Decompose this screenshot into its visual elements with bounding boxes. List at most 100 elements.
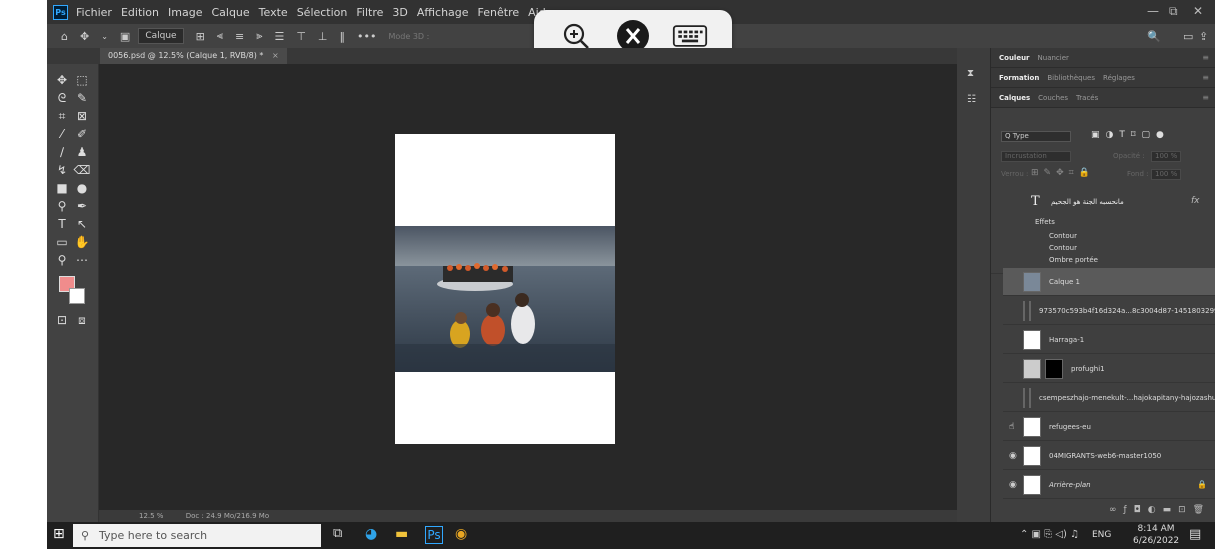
panel-menu-icon[interactable]: ≡ — [1202, 73, 1209, 82]
align-right-icon[interactable]: ⫸ — [256, 29, 262, 43]
layer-name[interactable]: Calque 1 — [1049, 278, 1080, 286]
document-tab[interactable]: 0056.psd @ 12.5% (Calque 1, RVB/8) * × — [100, 48, 287, 64]
eyedropper-tool-icon[interactable]: ⁄ — [53, 126, 71, 142]
chrome-icon[interactable]: ◉ — [455, 526, 473, 544]
layer-row[interactable]: csempeszhajo-menekult-...hajokapitany-ha… — [1003, 384, 1215, 412]
align-middle-icon[interactable]: ⊥ — [318, 30, 328, 43]
search-icon[interactable]: 🔍 — [1147, 30, 1161, 43]
language-indicator[interactable]: ENG — [1092, 530, 1111, 540]
marquee-tool-icon[interactable]: ⬚ — [73, 72, 91, 88]
blend-mode-dropdown[interactable]: Incrustation — [1001, 151, 1071, 162]
layer-row[interactable]: ◉ 04MIGRANTS-web6-master1050 — [1003, 442, 1215, 470]
tab-formation[interactable]: Formation — [999, 74, 1039, 82]
fx-icon[interactable]: fx — [1191, 196, 1200, 206]
clock-date[interactable]: 6/26/2022 — [1133, 536, 1179, 546]
home-icon[interactable]: ⌂ — [61, 30, 68, 43]
layer-name[interactable]: csempeszhajo-menekult-...hajokapitany-ha… — [1039, 394, 1215, 402]
layer-name[interactable]: Harraga-1 — [1049, 336, 1084, 344]
path-select-tool-icon[interactable]: ↖ — [73, 216, 91, 232]
align-center-icon[interactable]: ≡ — [235, 30, 244, 43]
quick-select-tool-icon[interactable]: ✎ — [73, 90, 91, 106]
menu-filtre[interactable]: Filtre — [356, 6, 383, 19]
history-panel-icon[interactable]: ⧗ — [967, 68, 974, 79]
rectangle-tool-icon[interactable]: ▭ — [53, 234, 71, 250]
close-icon[interactable]: ✕ — [1193, 4, 1203, 18]
windows-start-icon[interactable]: ⊞ — [53, 526, 71, 544]
menu-fichier[interactable]: Fichier — [76, 6, 112, 19]
gradient-tool-icon[interactable]: ■ — [53, 180, 71, 196]
effects-label[interactable]: Effets — [1035, 218, 1055, 226]
align-bottom-icon[interactable]: ‖ — [340, 30, 346, 43]
lock-icons[interactable]: ⊞✎✥⌗🔒 — [1031, 168, 1095, 178]
layer-row[interactable]: profughi1 — [1003, 355, 1215, 383]
close-tab-icon[interactable]: × — [272, 51, 279, 60]
clock-time[interactable]: 8:14 AM — [1133, 524, 1179, 534]
text-layer-group[interactable]: T مانحسبه الجنة هو الجحيم fx Effets Cont… — [991, 188, 1215, 274]
effect-contour-2[interactable]: Contour — [1049, 244, 1077, 252]
photoshop-logo-icon[interactable]: Ps — [53, 4, 68, 20]
share-icon[interactable]: ⇪ — [1199, 30, 1208, 43]
system-tray-icons[interactable]: ⌃ ▣ ⎘ ◁) ♫ — [1020, 529, 1079, 540]
effect-drop-shadow[interactable]: Ombre portée — [1049, 256, 1098, 264]
visibility-eye-icon[interactable]: ◉ — [1009, 450, 1019, 462]
menu-edition[interactable]: Edition — [121, 6, 159, 19]
align-top-icon[interactable]: ⊤ — [296, 30, 306, 43]
restore-icon[interactable]: ⧉ — [1169, 4, 1178, 19]
background-color-swatch[interactable] — [69, 288, 85, 304]
layer-select-dropdown[interactable]: Calque — [138, 28, 184, 44]
type-tool-icon[interactable]: T — [53, 216, 71, 232]
align-left-icon[interactable]: ⫷ — [217, 29, 223, 43]
tab-reglages[interactable]: Réglages — [1103, 74, 1135, 82]
opacity-input[interactable]: 100 % — [1151, 151, 1182, 162]
brush-tool-icon[interactable]: ∕ — [53, 144, 71, 160]
workspace-icon[interactable]: ▭ — [1183, 30, 1193, 43]
lasso-tool-icon[interactable]: ᘓ — [53, 90, 71, 106]
tab-couleur[interactable]: Couleur — [999, 54, 1030, 62]
menu-affichage[interactable]: Affichage — [417, 6, 469, 19]
task-view-icon[interactable]: ⧉ — [333, 526, 351, 544]
menu-texte[interactable]: Texte — [259, 6, 288, 19]
edge-icon[interactable]: ◕ — [365, 526, 383, 544]
layer-name[interactable]: profughi1 — [1071, 365, 1105, 373]
stamp-tool-icon[interactable]: ♟ — [73, 144, 91, 160]
more-tools-icon[interactable]: ⋯ — [73, 252, 91, 268]
layer-name[interactable]: refugees-eu — [1049, 423, 1091, 431]
move-tool-icon[interactable]: ✥ — [53, 72, 71, 88]
pen-tool-icon[interactable]: ✒ — [73, 198, 91, 214]
canvas-area[interactable] — [99, 64, 957, 510]
tab-bibliotheques[interactable]: Bibliothèques — [1047, 74, 1095, 82]
quick-mask-icon[interactable]: ⊡ — [53, 312, 71, 328]
layer-row[interactable]: Harraga-1 — [1003, 326, 1215, 354]
file-explorer-icon[interactable]: ▬ — [395, 526, 413, 544]
minimize-icon[interactable]: — — [1147, 4, 1159, 18]
chevron-down-icon[interactable]: ⌄ — [101, 32, 108, 41]
menu-calque[interactable]: Calque — [211, 6, 249, 19]
more-options-icon[interactable]: ••• — [357, 30, 376, 43]
dodge-tool-icon[interactable]: ⚲ — [53, 198, 71, 214]
hand-tool-icon[interactable]: ✋ — [73, 234, 91, 250]
transform-controls-icon[interactable]: ⊞ — [196, 30, 205, 43]
taskbar-search[interactable]: ⚲ Type here to search — [73, 524, 321, 547]
tab-couches[interactable]: Couches — [1038, 94, 1068, 102]
eraser-tool-icon[interactable]: ⌫ — [73, 162, 91, 178]
menu-image[interactable]: Image — [168, 6, 202, 19]
notifications-icon[interactable]: ▤ — [1189, 527, 1201, 542]
zoom-tool-icon[interactable]: ⚲ — [53, 252, 71, 268]
frame-tool-icon[interactable]: ⊠ — [73, 108, 91, 124]
panel-menu-icon[interactable]: ≡ — [1202, 93, 1209, 102]
move-tool-icon[interactable]: ✥ — [80, 30, 89, 43]
text-layer-name[interactable]: مانحسبه الجنة هو الجحيم — [1051, 198, 1124, 206]
history-brush-tool-icon[interactable]: ↯ — [53, 162, 71, 178]
layer-action-icons[interactable]: ∞ƒ◘◐▬⊡🗑 — [1109, 505, 1211, 515]
menu-selection[interactable]: Sélection — [297, 6, 348, 19]
fill-input[interactable]: 100 % — [1151, 169, 1182, 180]
auto-select-icon[interactable]: ▣ — [120, 30, 130, 43]
crop-tool-icon[interactable]: ⌗ — [53, 108, 71, 124]
zoom-level[interactable]: 12.5 % — [139, 512, 163, 520]
healing-tool-icon[interactable]: ✐ — [73, 126, 91, 142]
blur-tool-icon[interactable]: ● — [73, 180, 91, 196]
tab-nuancier[interactable]: Nuancier — [1038, 54, 1069, 62]
layer-row-selected[interactable]: Calque 1 — [1003, 268, 1215, 296]
layer-name[interactable]: 04MIGRANTS-web6-master1050 — [1049, 452, 1161, 460]
effect-contour-1[interactable]: Contour — [1049, 232, 1077, 240]
